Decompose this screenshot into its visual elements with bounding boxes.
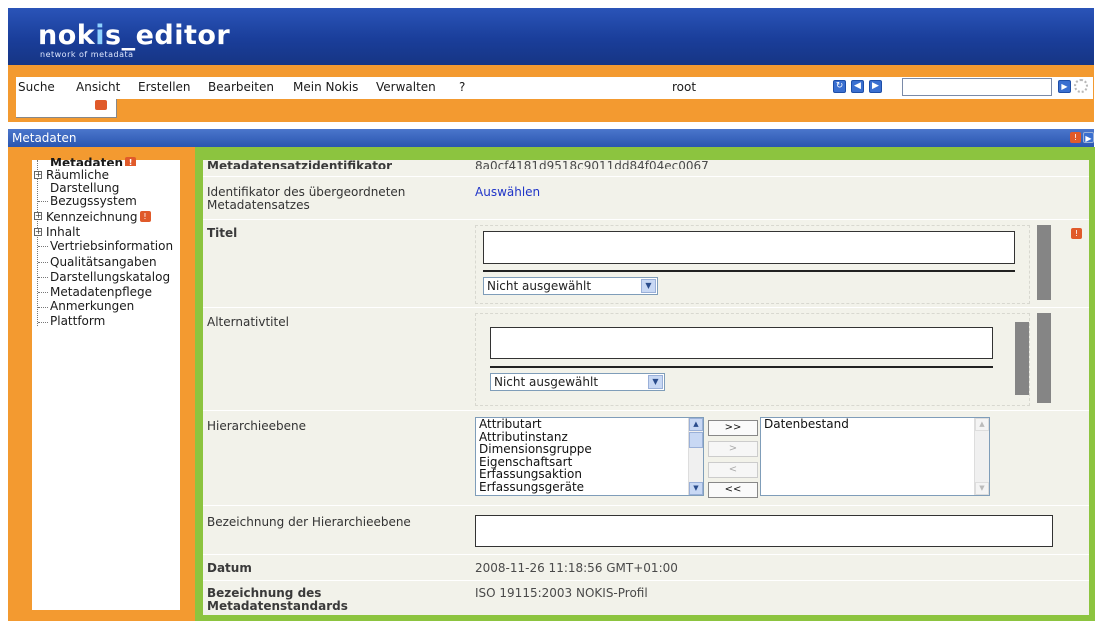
scroll-up-icon[interactable]: ▲ (689, 418, 703, 431)
app-logo[interactable]: nokis_editor (38, 22, 230, 49)
tree-connector (38, 277, 48, 278)
app-header: nokis_editor network of metadata (8, 8, 1094, 65)
title-input[interactable] (483, 231, 1015, 264)
panel-title: Metadaten (12, 131, 77, 145)
row-divider (203, 176, 1089, 177)
alt-title-language-select[interactable]: Nicht ausgewählt ▼ (490, 373, 665, 391)
hierarchy-available-list[interactable]: Attributart Attributinstanz Dimensionsgr… (475, 417, 704, 496)
alt-title-input[interactable] (490, 327, 993, 359)
tree-item-darstellung[interactable]: Darstellung (50, 182, 119, 194)
list-item[interactable]: Erfassungsaktion (476, 468, 703, 481)
tree-item-metadaten[interactable]: Metadaten! (50, 157, 137, 166)
identifier-label: Metadatensatzidentifikator (207, 160, 393, 169)
chevron-down-icon: ▼ (648, 375, 663, 389)
row-divider (203, 505, 1089, 506)
menu-erstellen[interactable]: Erstellen (138, 80, 191, 94)
tree-item-metadatenpflege[interactable]: Metadatenpflege (50, 286, 152, 298)
scroll-thumb[interactable] (689, 432, 703, 448)
tree-connector (38, 322, 48, 323)
tree-item-vertriebsinformation[interactable]: Vertriebsinformation (50, 240, 173, 252)
list-item[interactable]: Datenbestand (761, 418, 989, 431)
date-label: Datum (207, 561, 252, 575)
tree-guide (37, 160, 38, 326)
row-divider (203, 554, 1089, 555)
alt-title-label: Alternativtitel (207, 315, 289, 329)
hierarchy-name-input[interactable] (475, 515, 1053, 547)
search-go-icon[interactable]: ▶ (1058, 80, 1071, 93)
menu-verwalten[interactable]: Verwalten (376, 80, 436, 94)
menu-bearbeiten[interactable]: Bearbeiten (208, 80, 274, 94)
refresh-icon[interactable]: ↻ (833, 80, 846, 93)
hierarchy-selected-list[interactable]: Datenbestand ▲ ▼ (760, 417, 990, 496)
tree-connector (38, 262, 48, 263)
separator (490, 366, 993, 368)
row-divider (203, 307, 1089, 308)
app-tagline: network of metadata (40, 50, 134, 59)
warning-icon: ! (1071, 228, 1082, 239)
parent-identifier-label-2: Metadatensatzes (207, 198, 310, 212)
tree-item-darstellungskatalog[interactable]: Darstellungskatalog (50, 271, 170, 283)
row-divider (203, 580, 1089, 581)
tree-item-kennzeichnung[interactable]: Kennzeichnung! (46, 211, 151, 223)
expand-icon[interactable]: + (34, 228, 42, 236)
search-input[interactable] (902, 78, 1052, 96)
select-parent-link[interactable]: Auswählen (475, 186, 540, 199)
row-divider (203, 219, 1089, 220)
scroll-down-icon[interactable]: ▼ (689, 482, 703, 495)
remove-all-button[interactable]: << (708, 482, 758, 498)
scroll-down-icon: ▼ (975, 482, 989, 495)
tree-item-anmerkungen[interactable]: Anmerkungen (50, 300, 134, 312)
tree-item-plattform[interactable]: Plattform (50, 315, 105, 327)
tree-item-raeumliche[interactable]: Räumliche (46, 169, 109, 181)
scroll-up-icon: ▲ (975, 418, 989, 431)
tree-connector (38, 201, 48, 202)
list-item[interactable]: Dimensionsgruppe (476, 443, 703, 456)
tree-connector (38, 307, 48, 308)
title-language-select[interactable]: Nicht ausgewählt ▼ (483, 277, 658, 295)
scrollbar: ▲ ▼ (974, 418, 989, 495)
hierarchy-name-label: Bezeichnung der Hierarchieebene (207, 515, 411, 529)
current-user: root (672, 80, 697, 94)
back-icon[interactable]: ◀ (851, 80, 864, 93)
forward-icon[interactable]: ▶ (869, 80, 882, 93)
title-label: Titel (207, 226, 238, 240)
remove-bar[interactable] (1037, 313, 1051, 403)
scrollbar[interactable]: ▲ ▼ (688, 418, 703, 495)
warning-icon (95, 100, 107, 110)
expand-icon[interactable]: ▶ (1083, 132, 1094, 143)
warning-icon: ! (125, 157, 137, 166)
menu-help[interactable]: ? (459, 80, 465, 94)
panel-titlebar: Metadaten ! ▶ (8, 129, 1094, 147)
remove-selected-button[interactable]: < (708, 462, 758, 478)
list-item[interactable]: Attributart (476, 418, 703, 431)
identifier-value: 8a0cf4181d9518c9011dd84f04ec0067 (475, 160, 709, 169)
warning-icon: ! (139, 211, 151, 222)
hierarchy-label: Hierarchieebene (207, 419, 306, 433)
tree-connector (38, 246, 48, 247)
row-divider (203, 410, 1089, 411)
metadata-standard-value: ISO 19115:2003 NOKIS-Profil (475, 586, 648, 600)
tree-item-inhalt[interactable]: Inhalt (46, 226, 80, 238)
tree-item-bezugssystem[interactable]: Bezugssystem (50, 195, 137, 207)
date-value: 2008-11-26 11:18:56 GMT+01:00 (475, 561, 678, 575)
remove-bar[interactable] (1015, 322, 1029, 395)
tree-item-qualitaetsangaben[interactable]: Qualitätsangaben (50, 256, 157, 268)
metadata-standard-label-2: Metadatenstandards (207, 599, 348, 613)
loading-icon (1074, 79, 1088, 93)
expand-icon[interactable]: + (34, 212, 42, 220)
menu-ansicht[interactable]: Ansicht (76, 80, 120, 94)
warning-icon[interactable]: ! (1070, 132, 1081, 143)
chevron-down-icon: ▼ (641, 279, 656, 293)
menu-mein-nokis[interactable]: Mein Nokis (293, 80, 358, 94)
expand-icon[interactable]: + (34, 171, 42, 179)
add-all-button[interactable]: >> (708, 420, 758, 436)
menu-suche[interactable]: Suche (18, 80, 55, 94)
separator (483, 270, 1015, 272)
remove-bar[interactable] (1037, 225, 1051, 300)
list-item[interactable]: Erfassungsgeräte (476, 480, 703, 494)
add-selected-button[interactable]: > (708, 441, 758, 457)
tree-connector (38, 292, 48, 293)
